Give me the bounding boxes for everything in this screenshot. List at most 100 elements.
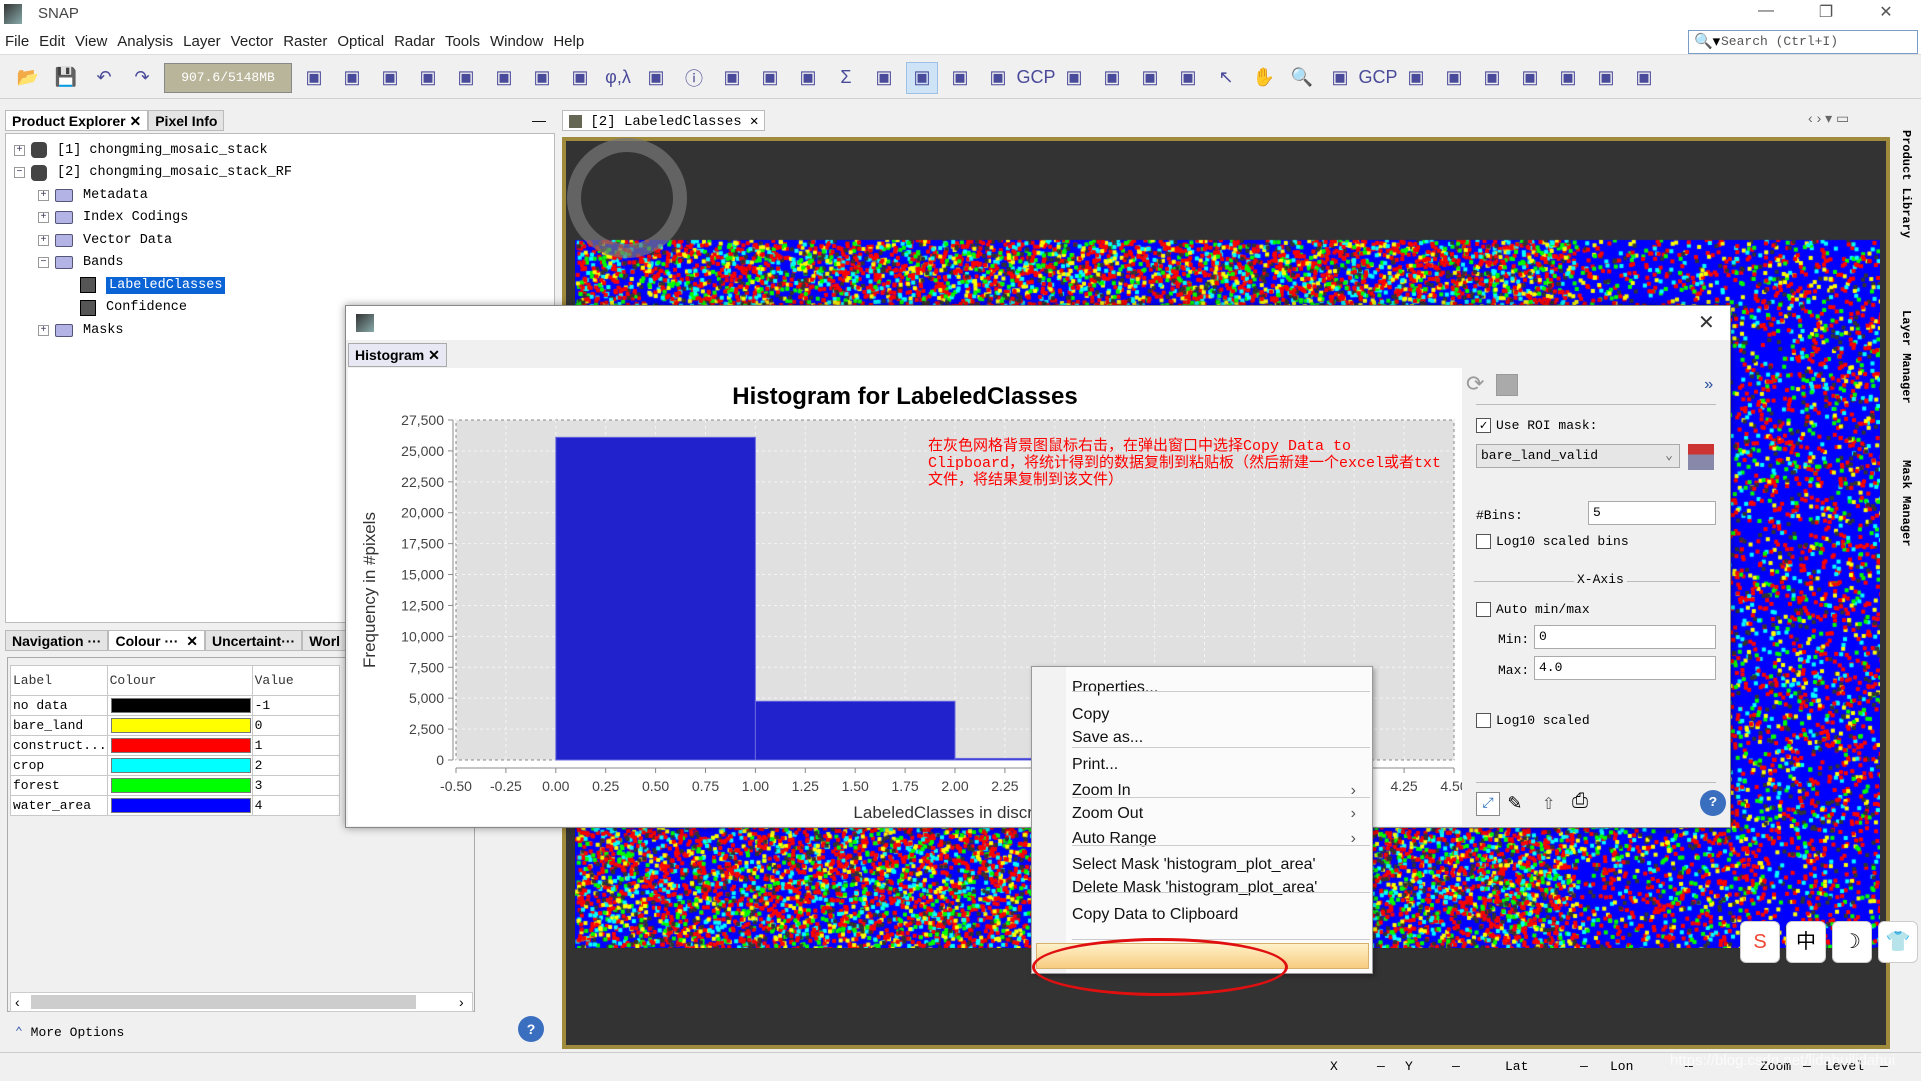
open-rgb-icon[interactable]: ▣	[412, 62, 444, 94]
prev-icon[interactable]: ‹	[1808, 110, 1813, 126]
tab-histogram[interactable]: Histogram ✕	[348, 343, 447, 367]
zoom-icon[interactable]: 🔍	[1286, 62, 1318, 94]
memory-indicator[interactable]: 907.6/5148MB	[164, 62, 292, 93]
undo-icon[interactable]: ↶	[88, 62, 120, 94]
checkbox[interactable]	[1476, 713, 1491, 729]
spectrum-icon[interactable]: ▣	[526, 62, 558, 94]
menu-layer[interactable]: Layer	[178, 28, 226, 50]
garbage-collect-icon[interactable]: ▣	[298, 62, 330, 94]
tab-product-explorer[interactable]: Product Explorer ✕	[5, 110, 149, 131]
row-colour[interactable]	[106, 715, 253, 736]
colour-swatch[interactable]	[110, 698, 251, 713]
close-button[interactable]: ✕	[1866, 2, 1906, 26]
skin-icon[interactable]: 👕	[1878, 921, 1918, 963]
save-product-icon[interactable]: 💾	[50, 62, 82, 94]
table-row[interactable]: forest 3	[10, 775, 341, 796]
menu-edit[interactable]: Edit	[34, 28, 70, 50]
tab-colour[interactable]: Colour ··· ✕	[108, 630, 205, 651]
collapse-icon[interactable]: −	[14, 167, 25, 179]
checkbox[interactable]	[1476, 534, 1491, 550]
ellipse-drawing-icon[interactable]: ▣	[1552, 62, 1584, 94]
close-icon[interactable]: ✕	[750, 114, 758, 130]
export-icon[interactable]: ▣	[374, 62, 406, 94]
colour-swatch[interactable]	[110, 718, 251, 733]
scrollbar-thumb[interactable]	[31, 995, 416, 1009]
menu-item-copy-data-to-clipboard[interactable]: Copy Data to Clipboard	[1072, 902, 1362, 928]
batch-processing-icon[interactable]: ▣	[1134, 62, 1166, 94]
open-product-icon[interactable]: 📂	[12, 62, 44, 94]
histogram-bar[interactable]	[555, 436, 756, 761]
tree-item[interactable]: + Vector Data	[14, 229, 554, 252]
histogram-bar[interactable]	[754, 700, 956, 761]
colour-swatch[interactable]	[110, 758, 251, 773]
auto-minmax-checkbox[interactable]: Auto min/max	[1476, 602, 1590, 618]
bins-input[interactable]: 5	[1588, 501, 1716, 525]
export-icon[interactable]: ⇧	[1542, 790, 1555, 816]
max-input[interactable]: 4.0	[1534, 656, 1716, 680]
polyline-drawing-icon[interactable]: ▣	[1438, 62, 1470, 94]
checkbox[interactable]	[1476, 602, 1491, 618]
tab-world-view[interactable]: Worl	[302, 630, 348, 651]
dropdown-icon[interactable]: ▾	[1825, 110, 1832, 126]
refresh-icon[interactable]: ⟳	[1466, 372, 1484, 398]
select-icon[interactable]: ↖	[1210, 62, 1242, 94]
expand-icon[interactable]: +	[38, 234, 49, 246]
close-icon[interactable]: ✕	[186, 633, 198, 649]
row-value[interactable]: 3	[251, 775, 341, 796]
menu-radar[interactable]: Radar	[389, 28, 440, 50]
tree-item[interactable]: + Index Codings	[14, 207, 554, 230]
menu-help[interactable]: Help	[548, 28, 589, 50]
line-drawing-icon[interactable]: ▣	[1400, 62, 1432, 94]
row-colour[interactable]	[106, 735, 253, 756]
moon-icon[interactable]: ☽	[1832, 921, 1872, 963]
table-row[interactable]: bare_land 0	[10, 715, 341, 736]
expand-icon[interactable]: +	[38, 189, 49, 201]
overlay-shapes-icon[interactable]: ▣	[1058, 62, 1090, 94]
edit-icon[interactable]: ✎	[1508, 790, 1521, 816]
menu-item-auto-range[interactable]: Auto Range ›	[1072, 826, 1362, 852]
menu-item-delete-mask-histogram-plot-area[interactable]: Delete Mask 'histogram_plot_area'	[1072, 875, 1362, 901]
rectangle-drawing-icon[interactable]: ▣	[1476, 62, 1508, 94]
information-icon[interactable]: ⓘ	[678, 62, 710, 94]
pin-placing-icon[interactable]: ▣	[1324, 62, 1356, 94]
menu-view[interactable]: View	[70, 28, 112, 50]
tab-navigation[interactable]: Navigation ···	[5, 630, 109, 651]
product-library-tab[interactable]: Product Library	[1899, 130, 1913, 238]
search-input[interactable]: 🔍▾ Search (Ctrl+I)	[1688, 30, 1918, 54]
close-icon[interactable]: ✕	[129, 113, 141, 129]
zoom-all-icon[interactable]: ⤢	[1476, 792, 1500, 816]
scatter-plot-icon[interactable]: ▣	[792, 62, 824, 94]
table-row[interactable]: no data -1	[10, 695, 341, 716]
row-value[interactable]: 2	[251, 755, 341, 776]
layer-manager-tab[interactable]: Layer Manager	[1899, 310, 1913, 404]
polygon-drawing-icon[interactable]: ▣	[1514, 62, 1546, 94]
insert-figure-icon[interactable]: ▣	[1590, 62, 1622, 94]
menu-vector[interactable]: Vector	[226, 28, 279, 50]
min-input[interactable]: 0	[1534, 625, 1716, 649]
close-icon[interactable]: ✕	[428, 347, 440, 363]
world-view-icon[interactable]: ▣	[488, 62, 520, 94]
scroll-left-icon[interactable]: ‹	[15, 994, 20, 1010]
next-icon[interactable]: ›	[1817, 110, 1822, 126]
histogram-icon[interactable]: ▣	[640, 62, 672, 94]
row-colour[interactable]	[106, 775, 253, 796]
table-row[interactable]: construct... 1	[10, 735, 341, 756]
tree-item[interactable]: − [2] chongming_mosaic_stack_RF	[14, 162, 554, 185]
profile-plot-icon[interactable]: ▣	[754, 62, 786, 94]
menu-tools[interactable]: Tools	[440, 28, 485, 50]
row-colour[interactable]	[106, 695, 253, 716]
sum-icon[interactable]: Σ	[830, 62, 862, 94]
sentinel-icon[interactable]: ▣	[1172, 62, 1204, 94]
use-roi-mask-checkbox[interactable]: ✓ Use ROI mask:	[1476, 418, 1597, 434]
overlay-pin-icon[interactable]: ▣	[906, 61, 938, 94]
menu-item-print[interactable]: Print...	[1072, 752, 1362, 778]
row-value[interactable]: -1	[251, 695, 341, 716]
table-row[interactable]: water_area 4	[10, 795, 341, 816]
row-colour[interactable]	[106, 795, 253, 816]
import-icon[interactable]: ▣	[336, 62, 368, 94]
statistics-icon[interactable]: ▣	[716, 62, 748, 94]
menu-raster[interactable]: Raster	[278, 28, 332, 50]
redo-icon[interactable]: ↷	[126, 62, 158, 94]
menu-item-properties[interactable]: Properties...	[1072, 675, 1362, 701]
menu-item-zoom-out[interactable]: Zoom Out ›	[1072, 801, 1362, 827]
